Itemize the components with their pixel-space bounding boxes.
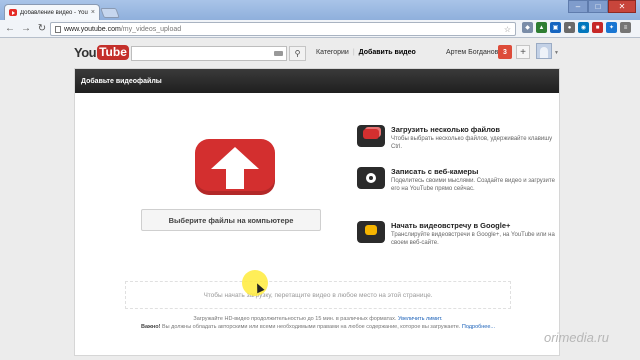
- page-icon: [55, 25, 61, 33]
- tab-close-icon[interactable]: ×: [91, 9, 95, 16]
- nav-categories[interactable]: Категории: [316, 49, 349, 56]
- select-files-button[interactable]: Выберите файлы на компьютере: [141, 209, 321, 231]
- option-multi-upload[interactable]: Загрузить несколько файлов Чтобы выбрать…: [357, 125, 557, 151]
- maximize-button[interactable]: □: [588, 0, 608, 13]
- logo-you: You: [74, 45, 97, 60]
- option-text: Записать с веб-камеры Поделитесь своими …: [391, 167, 557, 193]
- close-window-button[interactable]: ✕: [608, 0, 636, 13]
- extension-icon[interactable]: ✦: [606, 22, 617, 33]
- option-text: Загрузить несколько файлов Чтобы выбрать…: [391, 125, 557, 151]
- extension-icon[interactable]: ●: [564, 22, 575, 33]
- extension-icon[interactable]: ▲: [536, 22, 547, 33]
- option-title[interactable]: Загрузить несколько файлов: [391, 125, 557, 134]
- option-hangout[interactable]: Начать видеовстречу в Google+ Транслируй…: [357, 221, 557, 247]
- wrench-menu-icon[interactable]: ≡: [620, 22, 631, 33]
- extension-icons: ◆ ▲ ▣ ● ◉ ■ ✦ ≡: [522, 22, 631, 33]
- youtube-logo[interactable]: You Tube: [74, 45, 129, 60]
- nav-add-video[interactable]: Добавить видео: [359, 49, 416, 56]
- url-path: /my_videos_upload: [120, 25, 182, 33]
- watermark: orimedia.ru: [544, 330, 610, 345]
- arrow-stem: [226, 169, 244, 189]
- reload-icon[interactable]: ↻: [36, 23, 48, 34]
- url-text: www.youtube.com/my_videos_upload: [64, 26, 181, 33]
- browser-toolbar: ← → ↻ www.youtube.com/my_videos_upload ☆…: [0, 20, 640, 38]
- browser-tab-bar: Добавление видео - YouTu × – □ ✕: [0, 0, 640, 20]
- footnote-2-bold: Важно!: [140, 324, 161, 330]
- user-name[interactable]: Артем Богданов: [446, 49, 498, 56]
- option-desc: Транслируйте видеовстречи в Google+, на …: [391, 232, 555, 246]
- option-desc: Поделитесь своими мыслями. Создайте виде…: [391, 178, 555, 192]
- url-host: www.youtube.com: [64, 25, 121, 33]
- extension-icon[interactable]: ◉: [578, 22, 589, 33]
- avatar[interactable]: [536, 43, 552, 59]
- forward-icon[interactable]: →: [20, 23, 32, 34]
- share-plus-button[interactable]: +: [516, 45, 530, 59]
- search-button[interactable]: ⚲: [289, 46, 306, 61]
- webcam-icon: [357, 167, 385, 189]
- more-info-link[interactable]: Подробнее...: [462, 324, 495, 330]
- youtube-favicon-icon: [9, 9, 17, 16]
- window-controls: – □ ✕: [568, 0, 636, 13]
- search-input[interactable]: [131, 46, 287, 61]
- option-desc: Чтобы выбрать несколько файлов, удержива…: [391, 136, 553, 150]
- address-bar[interactable]: www.youtube.com/my_videos_upload ☆: [50, 22, 516, 36]
- upload-panel: Добавьте видеофайлы Выберите файлы на ко…: [74, 68, 560, 356]
- bookmark-star-icon[interactable]: ☆: [504, 25, 511, 34]
- notifications-badge[interactable]: 3: [498, 45, 512, 59]
- browser-tab[interactable]: Добавление видео - YouTu ×: [4, 4, 100, 20]
- arrow-head: [211, 147, 259, 169]
- nav-separator: |: [352, 49, 355, 56]
- back-icon[interactable]: ←: [4, 23, 16, 34]
- extension-icon[interactable]: ■: [592, 22, 603, 33]
- footnote-line-2: Важно! Вы должны обладать авторскими или…: [115, 323, 521, 331]
- option-title[interactable]: Начать видеовстречу в Google+: [391, 221, 557, 230]
- keyboard-icon[interactable]: [274, 51, 283, 56]
- drop-zone[interactable]: Чтобы начать загрузку, перетащите видео …: [125, 281, 511, 309]
- extension-icon[interactable]: ◆: [522, 22, 533, 33]
- option-webcam[interactable]: Записать с веб-камеры Поделитесь своими …: [357, 167, 557, 193]
- search-icon: ⚲: [294, 49, 301, 58]
- increase-limit-link[interactable]: Увеличить лимит.: [398, 316, 443, 322]
- upload-arrow-icon[interactable]: [195, 139, 275, 195]
- tab-title: Добавление видео - YouTu: [20, 9, 88, 16]
- avatar-silhouette-icon: [540, 47, 548, 58]
- minimize-button[interactable]: –: [568, 0, 588, 13]
- footnote-2-text: Вы должны обладать авторскими или всеми …: [161, 324, 461, 330]
- youtube-header: You Tube ⚲ Категории | Добавить видео Ар…: [0, 38, 640, 68]
- footnote-1-text: Загружайте HD-видео продолжительностью д…: [193, 316, 397, 322]
- extension-icon[interactable]: ▣: [550, 22, 561, 33]
- option-text: Начать видеовстречу в Google+ Транслируй…: [391, 221, 557, 247]
- new-tab-button[interactable]: [100, 8, 120, 18]
- option-title[interactable]: Записать с веб-камеры: [391, 167, 557, 176]
- multi-upload-icon: [357, 125, 385, 147]
- chevron-down-icon[interactable]: ▼: [554, 50, 559, 56]
- upload-footnotes: Загружайте HD-видео продолжительностью д…: [115, 315, 521, 331]
- logo-tube: Tube: [97, 45, 129, 60]
- header-nav: Категории | Добавить видео: [316, 49, 416, 56]
- hangout-icon: [357, 221, 385, 243]
- panel-title: Добавьте видеофайлы: [75, 69, 559, 93]
- footnote-line-1: Загружайте HD-видео продолжительностью д…: [115, 315, 521, 323]
